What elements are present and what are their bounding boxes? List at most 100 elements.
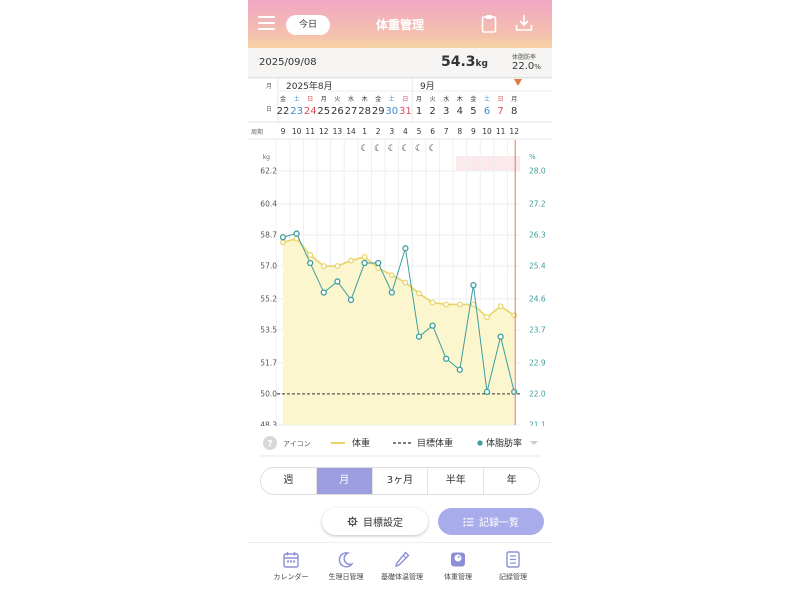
fat-point[interactable]	[456, 366, 463, 373]
weight-point[interactable]	[470, 301, 477, 308]
day-number[interactable]: 28	[358, 106, 371, 117]
moon-icon: ☾	[429, 144, 437, 154]
fat-point[interactable]	[483, 388, 491, 396]
right-tick-label: 26.3	[529, 230, 546, 239]
cycle-day: 3	[389, 127, 394, 136]
weekday-label: 日	[402, 96, 408, 103]
weight-point[interactable]	[497, 303, 504, 310]
weight-point[interactable]	[402, 279, 409, 286]
weight-point[interactable]	[456, 301, 463, 308]
download-icon[interactable]	[515, 14, 533, 36]
day-row-label: 日	[266, 106, 272, 113]
day-number[interactable]: 22	[277, 106, 290, 117]
nav-item-period[interactable]: 生理日管理	[317, 551, 375, 582]
fat-point[interactable]	[375, 259, 382, 267]
weight-point[interactable]	[334, 263, 341, 269]
tab-3months[interactable]: 3ヶ月	[373, 468, 429, 494]
fat-point[interactable]	[320, 289, 327, 296]
weekday-label: 木	[362, 95, 368, 103]
cycle-day: 4	[403, 127, 408, 136]
weight-point[interactable]	[280, 239, 286, 246]
day-number[interactable]: 5	[470, 106, 476, 117]
moon-icon: ☾	[415, 144, 423, 154]
day-number[interactable]: 27	[345, 106, 358, 117]
weight-point[interactable]	[443, 301, 450, 308]
nav-item-records[interactable]: 記録管理	[484, 551, 542, 582]
day-number[interactable]: 30	[385, 106, 398, 117]
weight-point[interactable]	[320, 263, 327, 269]
right-tick-label: 21.1	[529, 421, 546, 427]
weekday-label: 土	[389, 95, 395, 103]
fat-point[interactable]	[443, 355, 450, 362]
goal-setting-button[interactable]: 目標設定	[322, 508, 428, 535]
cycle-day: 10	[482, 127, 492, 136]
records-list-label: 記録一覧	[479, 518, 519, 529]
fat-point[interactable]	[361, 259, 368, 267]
fat-point[interactable]	[279, 234, 287, 241]
day-number[interactable]: 24	[304, 106, 317, 117]
weight-point[interactable]	[484, 314, 490, 321]
weight-point[interactable]	[416, 290, 422, 297]
cycle-day: 13	[333, 127, 343, 136]
fat-point[interactable]	[388, 289, 395, 296]
day-number[interactable]: 31	[399, 106, 412, 117]
nav-label-records: 記録管理	[499, 573, 527, 581]
day-number[interactable]: 8	[511, 106, 517, 117]
cycle-day: 6	[430, 127, 435, 136]
weekday-label: 日	[307, 96, 313, 103]
left-tick-label: 50.0	[260, 389, 277, 398]
fat-point[interactable]	[334, 278, 341, 285]
fat-point[interactable]	[497, 333, 504, 340]
menu-icon[interactable]	[258, 16, 275, 30]
day-number[interactable]: 25	[317, 106, 330, 117]
cycle-day: 9	[281, 127, 286, 136]
weekday-label: 火	[334, 96, 340, 103]
fat-point[interactable]	[415, 333, 423, 340]
day-number[interactable]: 29	[372, 106, 385, 117]
calendar-strip[interactable]: 月 日 周期 2025年8月 9月 金229土2310日2411月2512火26…	[248, 78, 552, 140]
fat-point[interactable]	[511, 388, 518, 396]
cycle-day: 9	[471, 127, 476, 136]
weight-point[interactable]	[511, 312, 518, 319]
fat-point[interactable]	[429, 322, 436, 329]
tab-year[interactable]: 年	[484, 468, 539, 494]
clipboard-icon[interactable]	[481, 14, 497, 37]
today-button[interactable]: 今日	[286, 15, 330, 35]
nav-item-weight[interactable]: 体重管理	[429, 551, 487, 582]
fat-point[interactable]	[307, 259, 314, 267]
fat-point[interactable]	[402, 245, 409, 252]
day-number[interactable]: 26	[331, 106, 344, 117]
day-number[interactable]: 7	[497, 106, 503, 117]
weekday-label: 土	[484, 95, 490, 103]
weight-point[interactable]	[361, 253, 368, 260]
chevron-down-icon[interactable]	[530, 441, 538, 445]
weight-point[interactable]	[429, 299, 436, 306]
weight-value: 54.3	[441, 54, 476, 70]
month-sep: 9月	[420, 81, 435, 92]
nav-item-calendar[interactable]: カレンダー	[262, 551, 320, 582]
fat-point[interactable]	[293, 230, 300, 237]
weight-point[interactable]	[388, 272, 395, 279]
weekday-label: 金	[280, 95, 286, 103]
month-row-label: 月	[266, 83, 272, 90]
tab-half-year[interactable]: 半年	[428, 468, 485, 494]
day-number[interactable]: 1	[416, 106, 422, 117]
day-number[interactable]: 2	[429, 106, 435, 117]
fat-point[interactable]	[347, 296, 355, 303]
day-number[interactable]: 3	[443, 106, 449, 117]
current-fat: 22.0%	[512, 61, 541, 72]
weight-chart[interactable]: 62.2 60.4 58.7 57.0 55.2 53.5 51.7 50.0 48.3 28.…	[248, 140, 552, 426]
day-number[interactable]: 6	[484, 106, 490, 117]
records-list-button[interactable]: 記録一覧	[438, 508, 544, 535]
weight-point[interactable]	[307, 252, 314, 258]
weekday-label: 月	[416, 96, 422, 103]
weekday-label: 日	[498, 96, 504, 103]
fat-point[interactable]	[470, 281, 477, 289]
day-number[interactable]: 23	[290, 106, 303, 117]
tab-month[interactable]: 月	[316, 468, 373, 494]
weight-point[interactable]	[348, 257, 354, 264]
nav-item-temperature[interactable]: 基礎体温管理	[373, 551, 431, 582]
day-number[interactable]: 4	[457, 106, 463, 117]
right-tick-label: 22.9	[529, 358, 546, 367]
tab-week[interactable]: 週	[261, 468, 317, 494]
